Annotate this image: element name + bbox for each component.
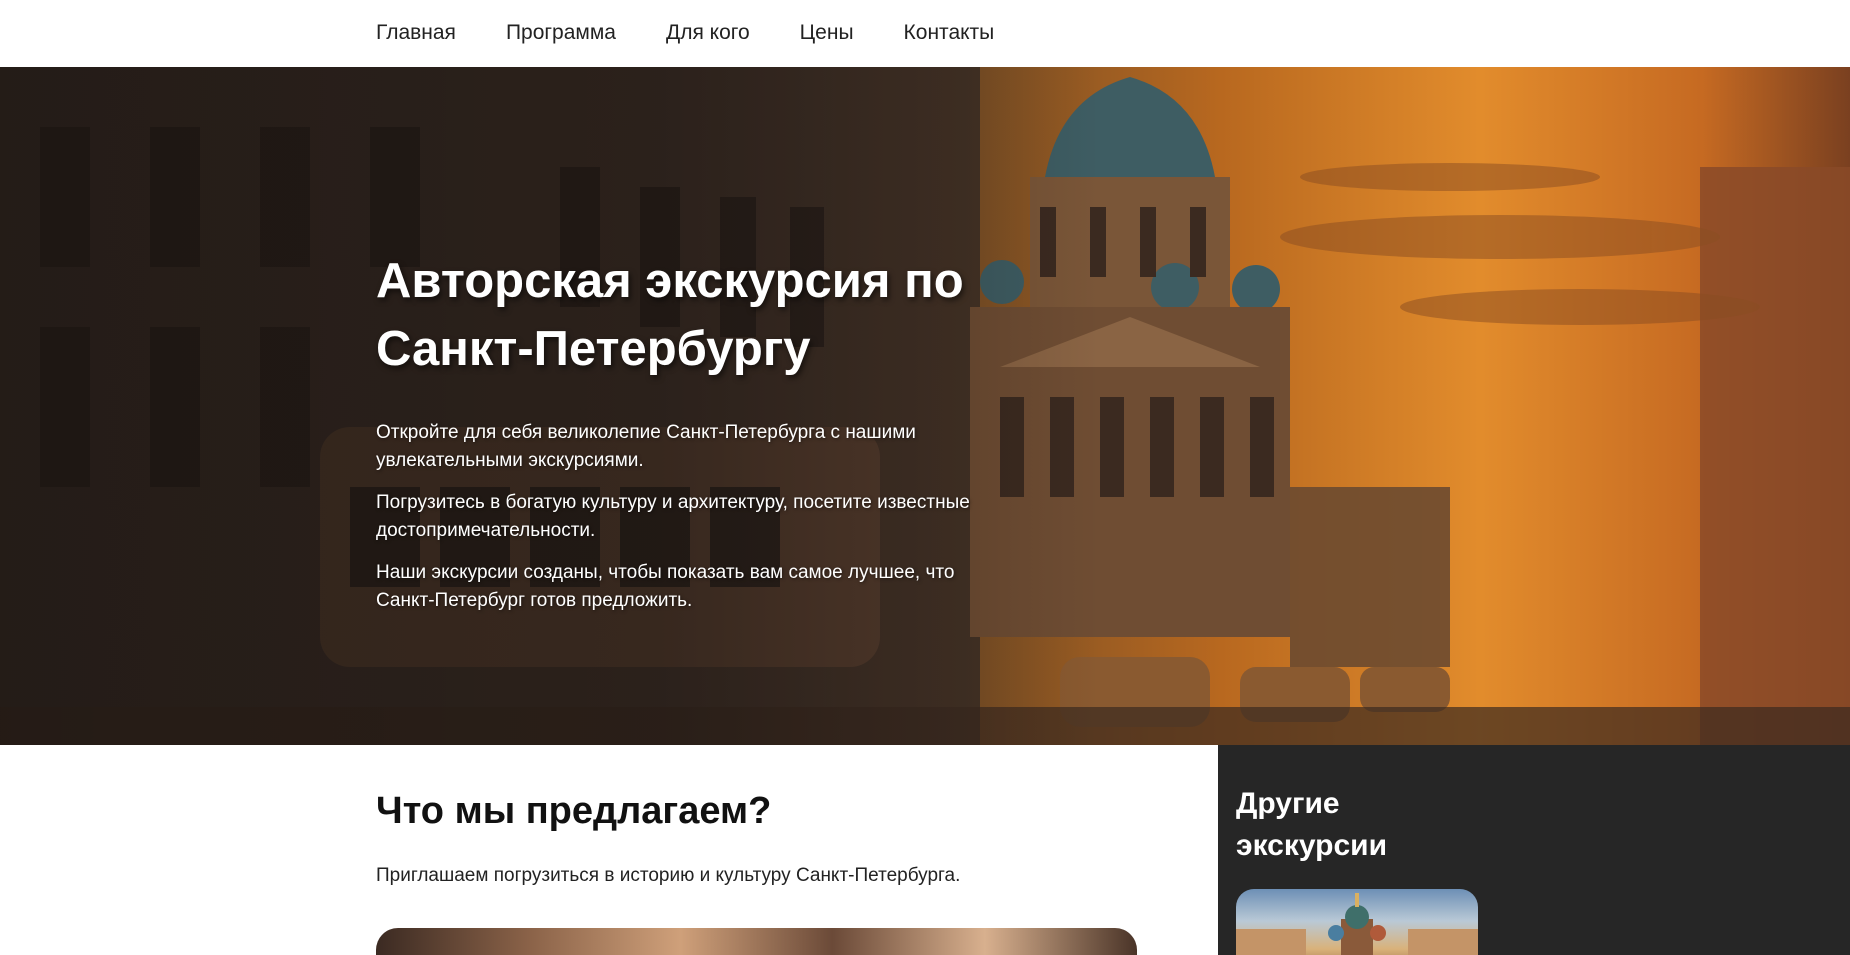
top-navigation: Главная Программа Для кого Цены Контакты xyxy=(0,0,1850,67)
nav-item-home[interactable]: Главная xyxy=(376,21,456,45)
nav-item-audience[interactable]: Для кого xyxy=(666,21,750,45)
offer-text: Приглашаем погрузиться в историю и культ… xyxy=(376,865,961,886)
hero-title-line1: Авторская экскурсия по xyxy=(376,254,964,308)
sidebar-other-tours: Другие экскурсии xyxy=(1218,745,1850,955)
nav-item-contacts[interactable]: Контакты xyxy=(904,21,995,45)
nav-item-prices[interactable]: Цены xyxy=(800,21,854,45)
nav-item-program[interactable]: Программа xyxy=(506,21,616,45)
hero-title-line2: Санкт-Петербургу xyxy=(376,322,811,376)
hero-title: Авторская экскурсия по Санкт-Петербургу xyxy=(376,247,996,383)
nav-menu: Главная Программа Для кого Цены Контакты xyxy=(376,21,1044,45)
church-of-savior-image xyxy=(1236,893,1478,955)
offer-title: Что мы предлагаем? xyxy=(376,790,772,832)
offer-section: Что мы предлагаем? Приглашаем погрузитьс… xyxy=(376,790,1136,887)
hero-section: Авторская экскурсия по Санкт-Петербургу … xyxy=(0,67,1850,745)
hero-content: Авторская экскурсия по Санкт-Петербургу … xyxy=(376,247,996,615)
hero-paragraph-1: Откройте для себя великолепие Санкт-Пете… xyxy=(376,422,916,471)
hero-paragraph-2: Погрузитесь в богатую культуру и архитек… xyxy=(376,492,970,541)
offer-photo xyxy=(376,928,1137,955)
sidebar-title: Другие экскурсии xyxy=(1236,787,1388,862)
tour-card-image[interactable] xyxy=(1236,889,1478,955)
hero-paragraph-3: Наши экскурсии созданы, чтобы показать в… xyxy=(376,562,955,611)
